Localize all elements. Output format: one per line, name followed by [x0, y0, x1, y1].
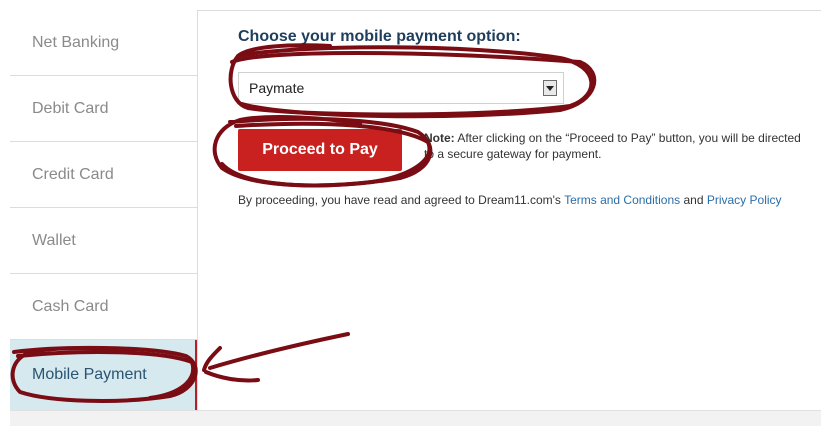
sidebar-item-label: Wallet — [32, 231, 76, 249]
sidebar-item-label: Cash Card — [32, 297, 109, 315]
sidebar-item-debit-card[interactable]: Debit Card — [10, 76, 197, 142]
sidebar-item-mobile-payment[interactable]: Mobile Payment — [10, 340, 197, 410]
sidebar-item-label: Net Banking — [32, 33, 120, 51]
panel-footer — [10, 410, 821, 426]
agreement-text: By proceeding, you have read and agreed … — [238, 193, 821, 207]
section-heading: Choose your mobile payment option: — [238, 28, 521, 45]
sidebar-item-credit-card[interactable]: Credit Card — [10, 142, 197, 208]
terms-link[interactable]: Terms and Conditions — [564, 193, 680, 207]
payment-method-sidebar: Net Banking Debit Card Credit Card Walle… — [10, 10, 198, 410]
agreement-joiner: and — [683, 193, 704, 207]
mobile-payment-select[interactable]: Paymate — [238, 72, 564, 104]
note-label: Note: — [424, 131, 455, 145]
sidebar-item-label: Debit Card — [32, 99, 109, 117]
privacy-policy-link[interactable]: Privacy Policy — [707, 193, 782, 207]
sidebar-item-label: Credit Card — [32, 165, 114, 183]
sidebar-item-net-banking[interactable]: Net Banking — [10, 10, 197, 76]
sidebar-item-label: Mobile Payment — [32, 366, 147, 383]
sidebar-item-cash-card[interactable]: Cash Card — [10, 274, 197, 340]
payment-note: Note: After clicking on the “Proceed to … — [424, 130, 804, 162]
dropdown-arrow-icon[interactable] — [543, 80, 557, 96]
proceed-to-pay-button[interactable]: Proceed to Pay — [238, 129, 402, 171]
note-text: After clicking on the “Proceed to Pay” b… — [424, 131, 801, 161]
sidebar-item-wallet[interactable]: Wallet — [10, 208, 197, 274]
select-value: Paymate — [249, 80, 305, 96]
agreement-prefix: By proceeding, you have read and agreed … — [238, 193, 561, 207]
